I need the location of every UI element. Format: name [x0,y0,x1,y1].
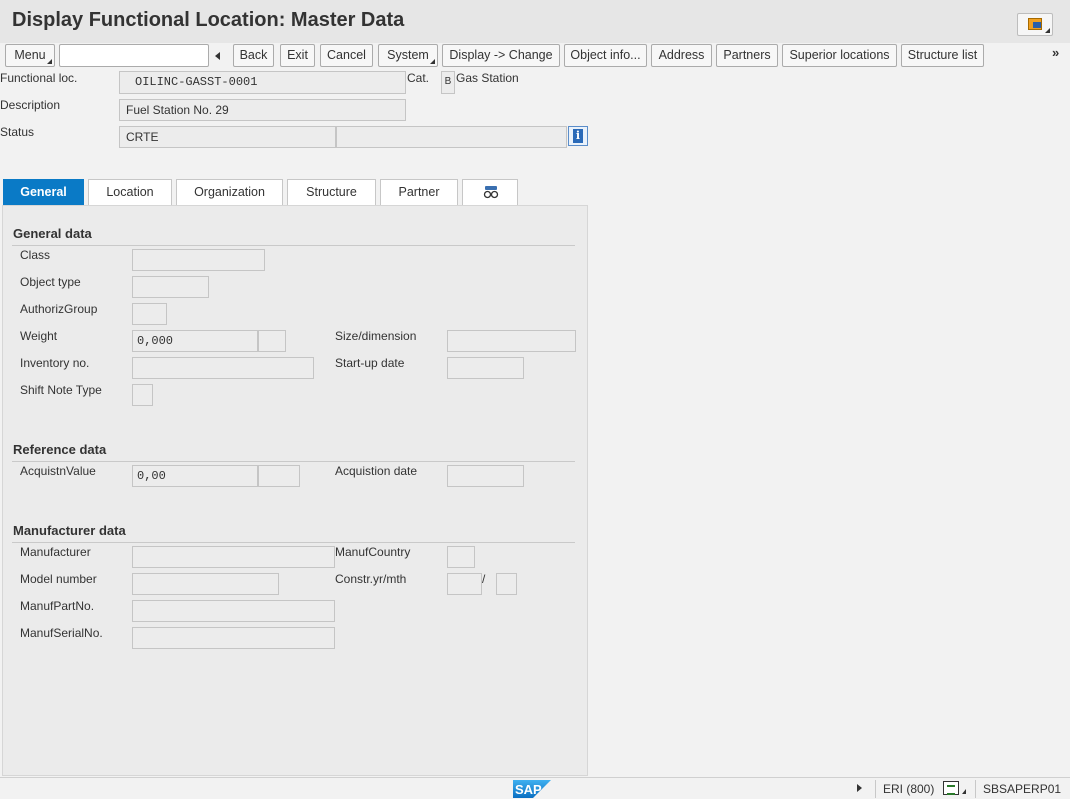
status-bar: SAP ERI (800) SBSAPERP01 [0,777,1070,799]
menu-dropdown-icon [47,59,52,64]
system-client-text: ERI (800) [883,782,935,796]
general-data-title: General data [13,226,92,241]
menu-button-label: Menu [14,48,46,62]
manufacturer-data-divider [12,542,575,543]
constr-separator: / [482,572,486,586]
acquisition-value-field[interactable]: 0,00 [132,465,258,487]
customize-layout-button[interactable] [1017,13,1053,36]
cat-label: Cat. [407,71,430,85]
startup-date-field[interactable] [447,357,524,379]
acquisition-date-label: Acquistion date [335,464,418,478]
manufacturer-field[interactable] [132,546,335,568]
svg-text:SAP: SAP [515,782,542,797]
size-dimension-field[interactable] [447,330,576,352]
partners-button[interactable]: Partners [716,44,778,67]
superior-locations-button[interactable]: Superior locations [782,44,897,67]
functional-loc-field[interactable]: OILINC-GASST-0001 [119,71,406,94]
shift-note-type-label: Shift Note Type [20,383,102,397]
layout-icon [1028,18,1042,30]
manufacturer-label: Manufacturer [20,545,91,559]
acquisition-date-field[interactable] [447,465,524,487]
cancel-button[interactable]: Cancel [320,44,373,67]
object-type-label: Object type [20,275,81,289]
constr-year-field[interactable] [447,573,482,595]
description-field[interactable]: Fuel Station No. 29 [119,99,406,121]
class-field[interactable] [132,249,265,271]
session-info-icon[interactable] [943,781,959,795]
address-button[interactable]: Address [651,44,712,67]
weight-label: Weight [20,329,58,343]
description-label: Description [0,98,61,112]
status-field[interactable]: CRTE [119,126,336,148]
size-dimension-label: Size/dimension [335,329,417,343]
model-number-label: Model number [20,572,97,586]
reference-data-divider [12,461,575,462]
functional-loc-label: Functional loc. [0,71,78,85]
manuf-serial-no-label: ManufSerialNo. [20,626,103,640]
status-label: Status [0,125,35,139]
manuf-serial-no-field[interactable] [132,627,335,649]
statusbar-separator [875,780,876,798]
constr-yr-mth-label: Constr.yr/mth [335,572,407,586]
tab-general[interactable]: General [3,179,84,205]
acquisition-currency-field[interactable] [258,465,300,487]
tab-structure[interactable]: Structure [287,179,376,205]
status-extended-field[interactable] [336,126,567,148]
display-change-button[interactable]: Display -> Change [442,44,560,67]
system-dropdown-icon [430,59,435,64]
info-icon: i [573,129,583,143]
tab-partner[interactable]: Partner [380,179,458,205]
manuf-country-field[interactable] [447,546,475,568]
startup-date-label: Start-up date [335,356,405,370]
weight-field[interactable]: 0,000 [132,330,258,352]
tab-organization[interactable]: Organization [176,179,283,205]
inventory-no-label: Inventory no. [20,356,90,370]
class-label: Class [20,248,51,262]
command-field[interactable] [59,44,209,67]
reference-data-title: Reference data [13,442,107,457]
manuf-part-no-field[interactable] [132,600,335,622]
title-bar: Display Functional Location: Master Data [0,0,1070,43]
manufacturer-data-title: Manufacturer data [13,523,126,538]
object-info-button[interactable]: Object info... [564,44,647,67]
page-title: Display Functional Location: Master Data [12,9,405,31]
manuf-country-label: ManufCountry [335,545,411,559]
system-button[interactable]: System [378,44,438,67]
cat-field[interactable]: B [441,71,455,94]
statusbar-expand-icon[interactable] [857,784,862,792]
application-toolbar: Menu Back Exit Cancel System Display -> … [0,44,1070,68]
structure-list-button[interactable]: Structure list [901,44,984,67]
glasses-icon [483,186,499,199]
dropdown-indicator-icon [1045,28,1050,33]
system-button-label: System [387,48,429,62]
weight-unit-field[interactable] [258,330,286,352]
back-button[interactable]: Back [233,44,274,67]
tab-location[interactable]: Location [88,179,172,205]
general-tab-panel [2,205,588,776]
sap-logo: SAP [513,780,551,798]
general-data-divider [12,245,575,246]
object-type-field[interactable] [132,276,209,298]
constr-month-field[interactable] [496,573,517,595]
cat-text: Gas Station [456,71,519,85]
session-dropdown-icon[interactable] [962,789,966,794]
exit-button[interactable]: Exit [280,44,315,67]
tab-additional[interactable] [462,179,518,205]
statusbar-separator [975,780,976,798]
command-history-arrow-icon[interactable] [215,52,220,60]
server-name-text: SBSAPERP01 [983,782,1062,796]
model-number-field[interactable] [132,573,279,595]
menu-button[interactable]: Menu [5,44,55,67]
authoriz-group-label: AuthorizGroup [20,302,98,316]
status-info-button[interactable]: i [568,126,588,146]
authoriz-group-field[interactable] [132,303,167,325]
inventory-no-field[interactable] [132,357,314,379]
shift-note-type-field[interactable] [132,384,153,406]
manuf-part-no-label: ManufPartNo. [20,599,95,613]
acquisition-value-label: AcquistnValue [20,464,96,478]
more-actions-icon[interactable]: » [1052,45,1059,60]
